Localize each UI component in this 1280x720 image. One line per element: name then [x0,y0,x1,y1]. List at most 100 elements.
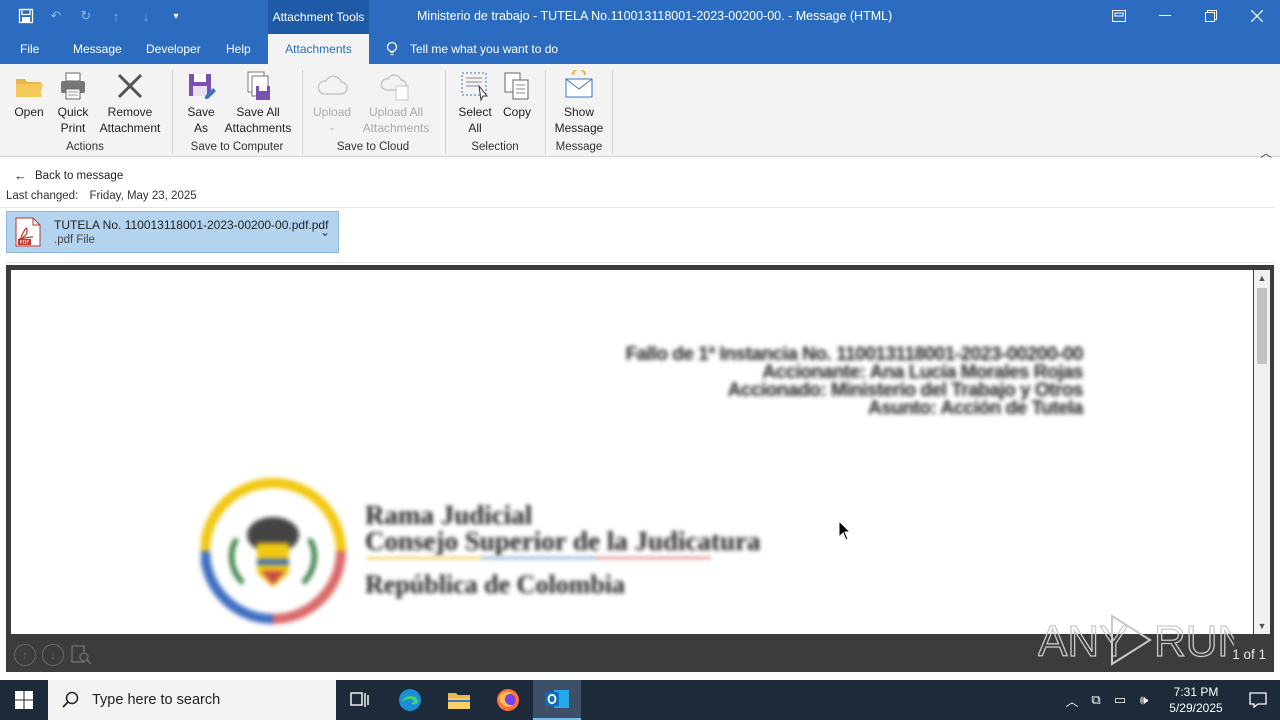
copy-label: Copy [502,105,531,119]
save-as-label-1: Save [187,105,215,119]
show-message-icon [565,70,593,98]
start-button[interactable] [0,680,48,720]
network-device-icon[interactable]: ⧉ [1084,692,1108,708]
rama-judicial-heading: Rama Judicial Consejo Superior de la Jud… [365,500,761,555]
attachment-name: TUTELA No. 110013118001-2023-00200-00.pd… [54,218,329,232]
document-header: Fallo de 1ª Instancia No. 110013118001-2… [626,345,1084,418]
group-label-selection: Selection [471,141,519,153]
mouse-cursor-icon [838,520,852,541]
remove-label-1: Remove [107,105,153,119]
divider [0,207,1274,208]
lightbulb-icon [386,41,398,56]
save-all-label-2: Attachments [224,121,292,135]
cloud-upload-all-icon [380,74,409,101]
outlook-taskbar-button[interactable] [533,680,581,720]
down-icon[interactable]: ↓ [136,6,156,26]
tab-file[interactable]: File [16,34,43,64]
save-all-attachments-button[interactable]: Save All Attachments [222,70,294,136]
attachment-item[interactable]: PDF TUTELA No. 110013118001-2023-00200-0… [6,211,339,253]
colombia-flag-stripe [366,556,711,560]
chevron-down-icon[interactable]: ⌄ [320,225,330,239]
previous-page-icon[interactable]: ↑ [14,644,36,666]
ribbon-separator [445,70,446,154]
upload-button[interactable]: Upload ⌄ [310,70,354,136]
taskbar: Type here to search ︿ ⧉ ▭ 🕪 7:31 PM 5/29… [0,680,1280,720]
tab-help[interactable]: Help [222,34,255,64]
pdf-page: Fallo de 1ª Instancia No. 110013118001-2… [11,270,1253,634]
copy-button[interactable]: Copy [500,70,534,120]
restore-icon[interactable] [1188,0,1234,32]
tab-developer[interactable]: Developer [142,34,205,64]
save-icon[interactable] [16,6,36,26]
remove-label-2: Attachment [99,121,161,135]
show-message-button[interactable]: Show Message [552,70,606,136]
redo-icon[interactable]: ↻ [76,6,96,26]
save-as-icon [189,74,216,99]
svg-text:ANY: ANY [1038,617,1128,666]
firefox-taskbar-button[interactable] [484,680,532,720]
select-all-icon [461,72,489,102]
context-tab-title: Attachment Tools [268,0,369,34]
network-icon[interactable]: ▭ [1108,692,1132,708]
back-to-message-label: Back to message [35,169,124,182]
save-as-label-2: As [193,121,208,135]
scroll-up-icon[interactable]: ▲ [1254,270,1270,286]
last-changed-label: Last changed: [6,190,79,202]
rama-line-1: Rama Judicial [365,500,533,530]
printer-icon [61,72,85,100]
save-all-label-1: Save All [236,105,280,119]
cloud-icon [317,75,348,95]
upload-label: Upload [312,105,352,119]
next-page-icon[interactable]: ↓ [42,644,64,666]
task-view-button[interactable] [336,680,384,720]
system-clock[interactable]: 7:31 PM 5/29/2025 [1156,684,1236,716]
zoom-page-icon[interactable] [70,644,92,666]
vertical-scrollbar[interactable]: ▲ ▼ [1254,270,1270,634]
notifications-button[interactable] [1236,680,1280,720]
remove-attachment-button[interactable]: Remove Attachment [96,70,164,136]
customize-icon[interactable]: ▾ [166,6,186,26]
scrollbar-thumb[interactable] [1257,288,1267,364]
tell-me-label: Tell me what you want to do [410,42,559,56]
ribbon-tabs: File Message Developer Help Attachments … [0,34,1280,64]
group-label-save-to-cloud: Save to Cloud [336,141,410,153]
back-to-message-link[interactable]: ← Back to message [14,168,123,183]
up-icon[interactable]: ↑ [106,6,126,26]
taskbar-search[interactable]: Type here to search [48,680,336,720]
page-count: 1 of 1 [1232,647,1266,662]
collapse-ribbon-icon[interactable]: ︿ [1260,144,1272,161]
back-arrow-icon: ← [14,168,27,183]
quick-print-button[interactable]: Quick Print [52,70,94,136]
upload-all-attachments-button[interactable]: Upload All Attachments [354,70,438,136]
select-all-button[interactable]: Select All [456,70,494,136]
tell-me-box[interactable]: Tell me what you want to do [384,34,558,64]
file-explorer-taskbar-button[interactable] [435,680,483,720]
outlook-icon [545,690,569,708]
edge-taskbar-button[interactable] [386,680,434,720]
tab-attachments[interactable]: Attachments [268,34,369,64]
firefox-icon [497,689,519,711]
close-icon[interactable] [1234,0,1280,32]
anyrun-watermark-logo: ANY RUN [1038,614,1234,667]
volume-icon[interactable]: 🕪 [1132,692,1156,708]
ribbon-display-options-icon[interactable] [1096,0,1142,32]
quick-print-label-1: Quick [57,105,89,119]
select-all-label-2: All [468,121,482,135]
undo-icon[interactable]: ↶ [46,6,66,26]
pdf-file-icon: PDF [15,217,41,247]
save-as-button[interactable]: Save As [184,70,218,136]
folder-icon [16,79,43,97]
copy-icon [504,72,529,100]
show-hidden-icons-icon[interactable]: ︿ [1060,691,1084,710]
task-view-icon [350,692,369,707]
minimize-icon[interactable] [1142,0,1188,32]
open-label: Open [14,105,44,119]
clock-date: 5/29/2025 [1169,701,1223,715]
upload-all-label-2: Attachments [362,121,430,135]
open-button[interactable]: Open [10,70,48,120]
scroll-down-icon[interactable]: ▼ [1254,618,1270,634]
window-controls [1096,0,1280,32]
window-title: Ministerio de trabajo - TUTELA No.110013… [417,9,893,23]
system-tray: ︿ ⧉ ▭ 🕪 7:31 PM 5/29/2025 [1060,680,1280,720]
tab-message[interactable]: Message [69,34,126,64]
